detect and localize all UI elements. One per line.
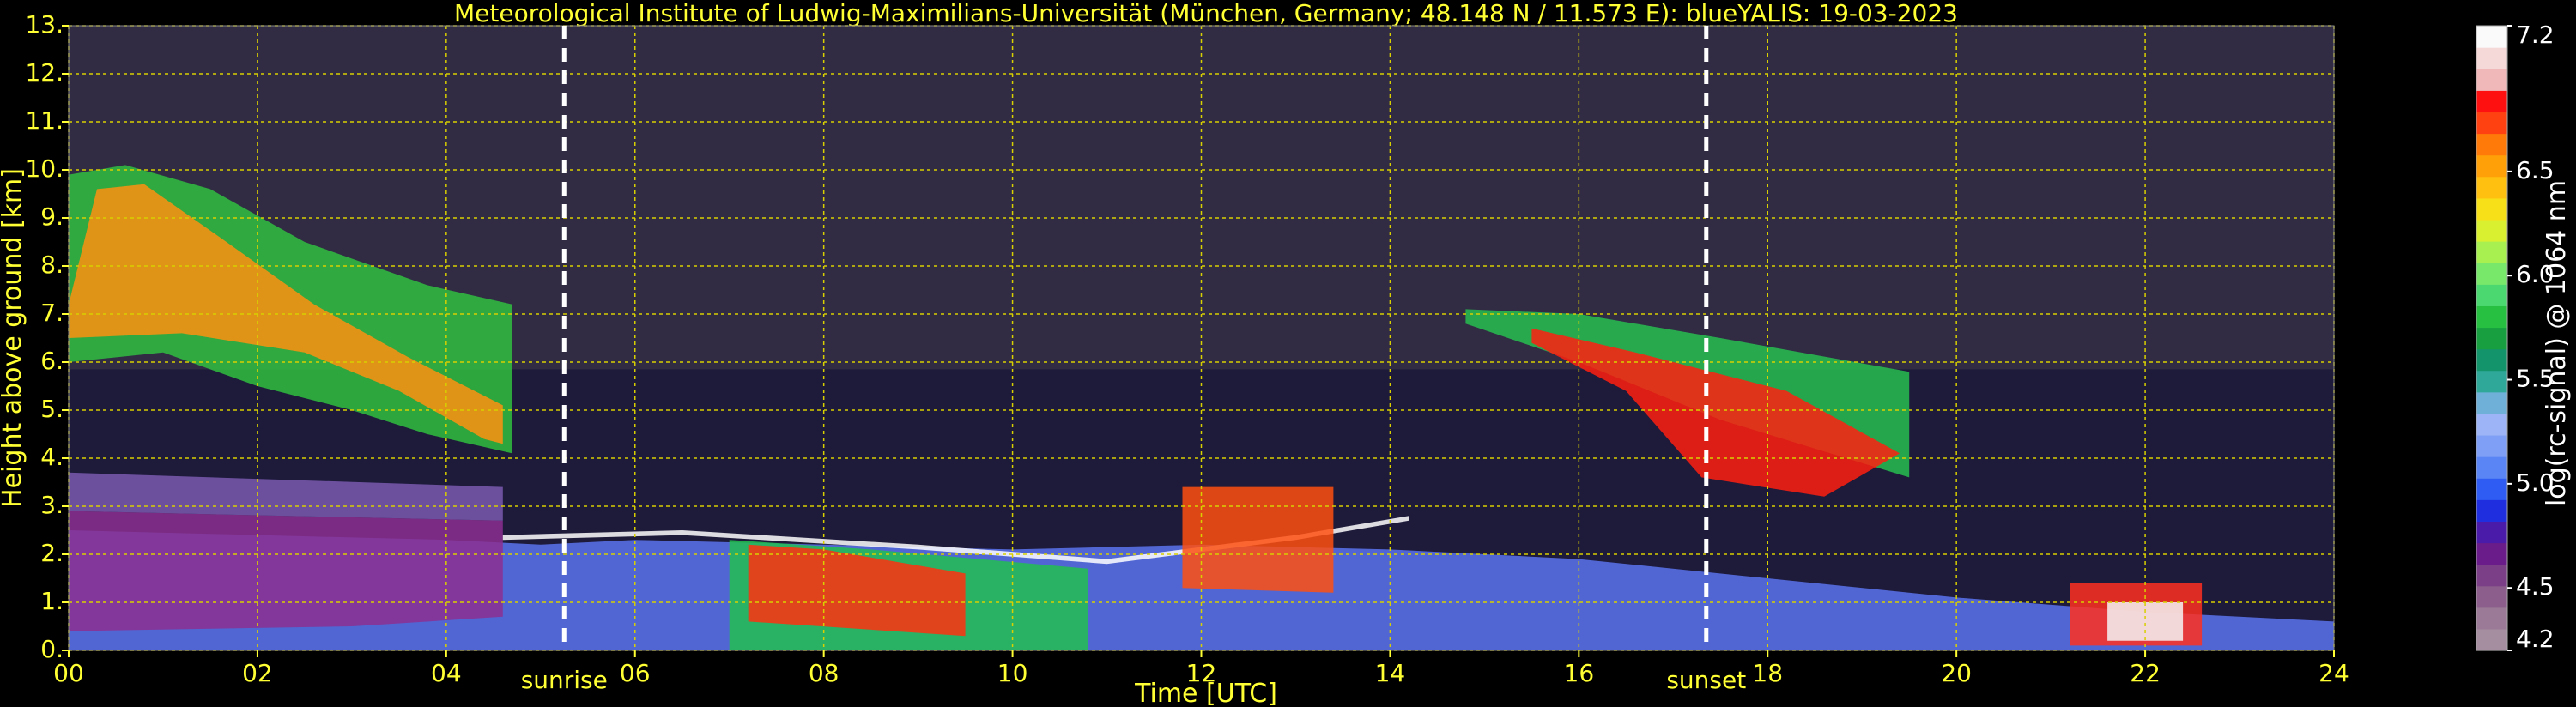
y-tick-label: 11. (25, 106, 64, 135)
x-tick-label: 06 (620, 659, 651, 687)
colorbar-segment (2476, 112, 2507, 135)
x-tick-label: 04 (431, 659, 462, 687)
colorbar-segment (2476, 219, 2507, 242)
y-axis-title: Height above ground [km] (0, 168, 27, 508)
x-tick-label: 24 (2318, 659, 2349, 687)
colorbar-segment (2476, 284, 2507, 306)
signal-layer-8 (1182, 486, 1334, 593)
colorbar-segment (2476, 607, 2507, 630)
colorbar-segment (2476, 305, 2507, 329)
y-tick-label: 3. (40, 491, 64, 519)
colorbar-tick-label: 6.5 (2516, 156, 2555, 184)
x-axis-title: Time [UTC] (1134, 679, 1277, 707)
colorbar-title: log(rc-signal) @ 1064 nm (2542, 180, 2572, 506)
colorbar-segment (2476, 521, 2507, 544)
y-tick-label: 5. (40, 395, 64, 423)
colorbar-segment (2476, 176, 2507, 199)
y-tick-label: 10. (25, 154, 64, 183)
sunrise-label: sunrise (521, 666, 608, 694)
colorbar-segment (2476, 327, 2507, 350)
signal-layer-12 (2107, 602, 2184, 641)
y-tick-label: 7. (40, 299, 64, 327)
colorbar-segment (2476, 197, 2507, 221)
y-tick-label: 8. (40, 251, 64, 279)
y-tick-label: 13. (25, 10, 64, 39)
colorbar-segment (2476, 133, 2507, 156)
x-tick-label: 18 (1752, 659, 1783, 687)
colorbar-segment (2476, 26, 2507, 48)
lidar-figure: Meteorological Institute of Ludwig-Maxim… (0, 0, 2576, 707)
colorbar-segment (2476, 90, 2507, 113)
colorbar-segment (2476, 434, 2507, 457)
colorbar-tick-label: 7.2 (2516, 21, 2555, 49)
colorbar-segment (2476, 564, 2507, 587)
x-tick-label: 22 (2130, 659, 2161, 687)
colorbar-segment (2476, 391, 2507, 414)
colorbar-segment (2476, 348, 2507, 372)
y-tick-label: 1. (40, 587, 64, 615)
x-tick-label: 10 (997, 659, 1028, 687)
signal-layer-1 (69, 511, 503, 631)
x-tick-label: 14 (1375, 659, 1406, 687)
colorbar-segment (2476, 542, 2507, 565)
y-tick-label: 6. (40, 347, 64, 375)
colorbar-segment (2476, 499, 2507, 522)
y-tick-label: 9. (40, 202, 64, 231)
colorbar-segment (2476, 263, 2507, 285)
x-tick-label: 02 (242, 659, 273, 687)
chart-title: Meteorological Institute of Ludwig-Maxim… (454, 0, 1958, 27)
y-tick-label: 12. (25, 58, 64, 87)
x-tick-label: 08 (809, 659, 839, 687)
colorbar-tick-label: 4.5 (2516, 572, 2555, 601)
x-tick-label: 20 (1941, 659, 1972, 687)
colorbar-segment (2476, 456, 2507, 479)
x-tick-label: 00 (53, 659, 84, 687)
x-tick-label: 16 (1564, 659, 1595, 687)
y-tick-label: 4. (40, 443, 64, 471)
colorbar-segment (2476, 413, 2507, 436)
colorbar-segment (2476, 370, 2507, 393)
colorbar-segment (2476, 628, 2507, 651)
sunset-label: sunset (1666, 666, 1746, 694)
colorbar-segment (2476, 154, 2507, 178)
colorbar-segment (2476, 241, 2507, 263)
colorbar-segment (2476, 478, 2507, 500)
colorbar-segment (2476, 585, 2507, 608)
colorbar-segment (2476, 69, 2507, 91)
y-tick-label: 2. (40, 539, 64, 567)
colorbar-segment (2476, 47, 2507, 69)
colorbar-tick-label: 4.2 (2516, 625, 2555, 653)
